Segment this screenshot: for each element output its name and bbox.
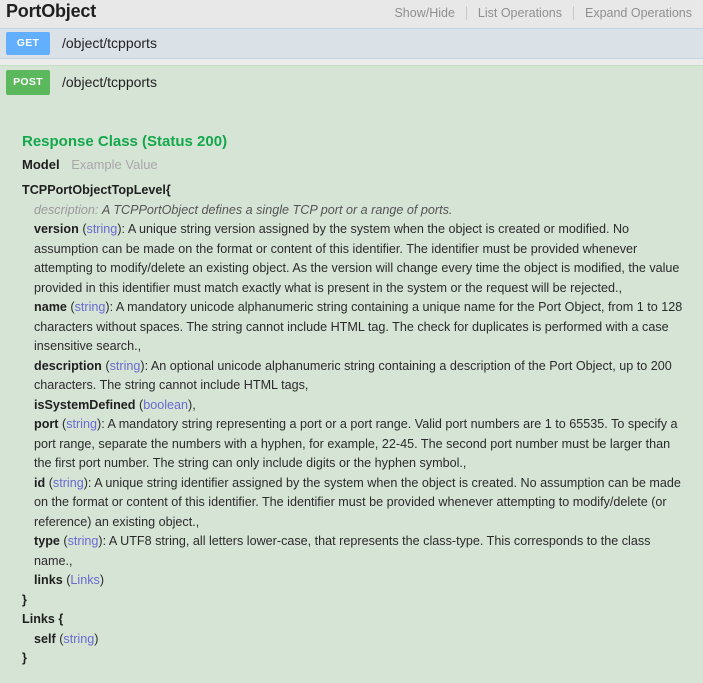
property-name: port	[34, 417, 59, 431]
model-TCPPortObjectTopLevel: TCPPortObjectTopLevel{ description: A TC…	[22, 181, 687, 610]
property-type: string	[66, 417, 97, 431]
property-description: ,	[192, 397, 196, 412]
property-name: self	[34, 631, 56, 646]
model-tabs: Model Example Value	[22, 157, 687, 172]
model-property-self: self (string)	[34, 630, 687, 650]
property-description: : A UTF8 string, all letters lower-case,…	[34, 534, 651, 568]
model-property-links: links (Links)	[34, 571, 687, 591]
property-type: string	[74, 300, 106, 314]
model-property-version: version (string): A unique string versio…	[34, 220, 687, 298]
page-title: PortObject	[6, 1, 97, 21]
property-name: id	[34, 475, 46, 490]
operation-content-post: Response Class (Status 200) Model Exampl…	[0, 99, 703, 683]
property-name: links	[34, 573, 63, 587]
list-operations-link[interactable]: List Operations	[467, 6, 573, 20]
model-signature: TCPPortObjectTopLevel{ description: A TC…	[22, 181, 687, 669]
operation-row-get[interactable]: GET /object/tcpports	[0, 28, 703, 59]
operation-path-post[interactable]: /object/tcpports	[62, 74, 157, 90]
model-name: TCPPortObjectTopLevel	[22, 183, 166, 197]
model-property-description: description (string): An optional unicod…	[34, 357, 687, 396]
model-property-name: name (string): A mandatory unicode alpha…	[34, 298, 687, 357]
tab-model[interactable]: Model	[22, 157, 60, 172]
property-name: type	[34, 534, 60, 548]
property-type: string	[63, 631, 95, 646]
api-resource-portobject: PortObject Show/Hide List Operations Exp…	[0, 0, 703, 683]
resource-options: Show/Hide List Operations Expand Operati…	[383, 6, 703, 20]
property-paren-close: )	[99, 573, 105, 587]
show-hide-link[interactable]: Show/Hide	[383, 6, 465, 20]
property-name: description	[34, 358, 102, 373]
operation-row-post[interactable]: POST /object/tcpports	[0, 65, 703, 99]
expand-operations-link[interactable]: Expand Operations	[574, 6, 703, 20]
description-text: A TCPPortObject defines a single TCP por…	[101, 202, 453, 217]
model-open-brace: {	[165, 183, 171, 197]
property-type: boolean	[143, 397, 189, 412]
property-type: string	[109, 358, 141, 373]
operation-path-get[interactable]: /object/tcpports	[62, 35, 157, 51]
property-type: string	[86, 222, 118, 236]
model-open-line: Links {	[22, 610, 687, 630]
model-description: description: A TCPPortObject defines a s…	[34, 201, 687, 221]
property-description: : A mandatory unicode alphanumeric strin…	[34, 300, 683, 353]
http-method-badge-post: POST	[6, 70, 50, 95]
property-name: isSystemDefined	[34, 397, 136, 412]
property-description: : A unique string version assigned by th…	[34, 222, 680, 295]
description-label: description:	[34, 202, 99, 217]
model-property-type: type (string): A UTF8 string, all letter…	[34, 532, 687, 571]
model-open-brace: {	[58, 612, 64, 626]
property-name: version	[34, 222, 79, 236]
tab-example-value[interactable]: Example Value	[71, 157, 157, 172]
model-property-isSystemDefined: isSystemDefined (boolean),	[34, 396, 687, 416]
property-description: : A unique string identifier assigned by…	[34, 475, 681, 529]
model-property-id: id (string): A unique string identifier …	[34, 474, 687, 533]
model-property-list: description: A TCPPortObject defines a s…	[34, 201, 687, 591]
property-type: Links	[70, 573, 100, 587]
response-class-heading: Response Class (Status 200)	[22, 133, 228, 150]
model-Links: Links { self (string) }	[22, 610, 687, 669]
model-property-list: self (string)	[34, 630, 687, 650]
model-close-brace: }	[22, 592, 27, 607]
model-property-port: port (string): A mandatory string repres…	[34, 415, 687, 474]
model-close-brace: }	[22, 651, 27, 665]
model-name: Links	[22, 612, 55, 626]
property-paren-close: )	[94, 631, 99, 646]
property-description: : A mandatory string representing a port…	[34, 417, 678, 470]
resource-heading: PortObject Show/Hide List Operations Exp…	[0, 0, 703, 28]
http-method-badge-get: GET	[6, 32, 50, 55]
property-type: string	[52, 475, 84, 490]
property-type: string	[67, 534, 99, 548]
property-name: name	[34, 300, 67, 314]
model-open-line: TCPPortObjectTopLevel{	[22, 181, 687, 201]
